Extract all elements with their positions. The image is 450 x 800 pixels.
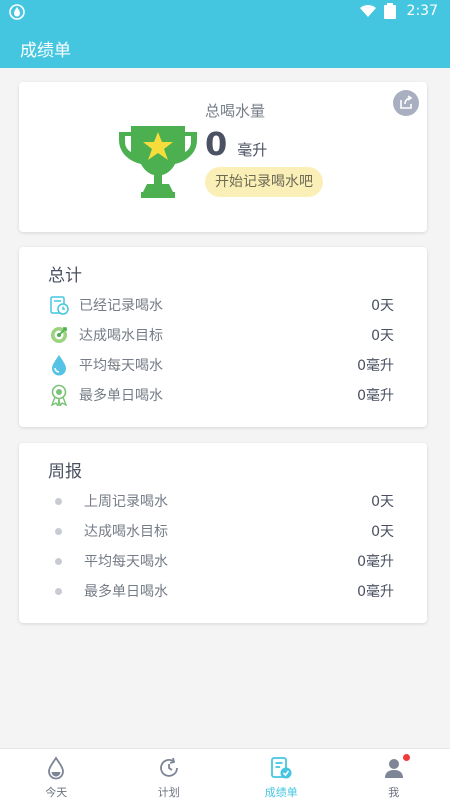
app-header: 2:37 成绩单 (0, 0, 450, 68)
nav-item-today[interactable]: 今天 (0, 749, 113, 800)
status-time: 2:37 (406, 3, 438, 19)
share-icon (400, 95, 413, 109)
row-value: 0天 (371, 524, 394, 540)
list-item: 平均每天喝水 0毫升 (48, 549, 394, 573)
row-label: 达成喝水目标 (84, 524, 168, 540)
nav-label: 我 (388, 786, 400, 799)
total-water-label: 总喝水量 (205, 102, 266, 120)
row-value: 0天 (371, 328, 394, 344)
app-notification-icon (9, 4, 25, 20)
share-button[interactable] (393, 90, 419, 116)
weekly-title: 周报 (48, 462, 82, 482)
row-label: 最多单日喝水 (84, 584, 168, 600)
report-icon (268, 755, 294, 781)
notification-badge (403, 754, 410, 761)
calendar-clock-icon (48, 294, 70, 316)
bullet-dot (55, 527, 62, 535)
row-value: 0毫升 (357, 584, 394, 600)
list-item: 已经记录喝水 0天 (48, 293, 394, 317)
bullet-dot (55, 587, 62, 595)
battery-icon (383, 3, 396, 19)
total-water-amount: 0 毫升 (205, 125, 267, 163)
nav-label: 今天 (45, 786, 68, 799)
row-value: 0毫升 (357, 358, 394, 374)
list-item: 最多单日喝水 0毫升 (48, 383, 394, 407)
nav-item-me[interactable]: 我 (338, 749, 450, 800)
page-title: 成绩单 (20, 41, 71, 61)
totals-card: 总计 已经记录喝水 0天 达成喝水目标 0天 平均每天喝水 0毫升 最多单日喝水… (19, 247, 427, 427)
row-label: 最多单日喝水 (79, 388, 163, 404)
row-label: 平均每天喝水 (84, 554, 168, 570)
nav-item-plan[interactable]: 计划 (113, 749, 226, 800)
bullet-dot (55, 557, 62, 565)
row-label: 平均每天喝水 (79, 358, 163, 374)
nav-label: 计划 (157, 786, 180, 799)
row-value: 0毫升 (357, 388, 394, 404)
status-bar: 2:37 (0, 0, 450, 24)
list-item: 上周记录喝水 0天 (48, 489, 394, 513)
status-right: 2:37 (359, 3, 438, 19)
water-drop-icon (48, 354, 70, 376)
list-item: 平均每天喝水 0毫升 (48, 353, 394, 377)
row-value: 0天 (371, 298, 394, 314)
list-item: 达成喝水目标 0天 (48, 323, 394, 347)
bottom-navigation: 今天 计划 成绩单 我 (0, 748, 450, 800)
weekly-report-card: 周报 上周记录喝水 0天 达成喝水目标 0天 平均每天喝水 0毫升 最多单日喝水… (19, 443, 427, 623)
clock-icon (156, 755, 182, 781)
trophy-icon (119, 126, 197, 198)
list-item: 最多单日喝水 0毫升 (48, 579, 394, 603)
water-drop-icon (43, 755, 69, 781)
row-label: 已经记录喝水 (79, 298, 163, 314)
row-value: 0毫升 (357, 554, 394, 570)
bullet-dot (55, 497, 62, 505)
list-item: 达成喝水目标 0天 (48, 519, 394, 543)
totals-title: 总计 (48, 266, 82, 286)
nav-label: 成绩单 (264, 786, 298, 799)
total-water-unit: 毫升 (237, 141, 268, 159)
total-water-value: 0 (205, 125, 228, 163)
wifi-icon (359, 4, 376, 17)
row-label: 上周记录喝水 (84, 494, 168, 510)
target-icon (48, 324, 70, 346)
medal-icon (48, 384, 70, 406)
nav-item-report[interactable]: 成绩单 (225, 749, 338, 800)
start-recording-button[interactable]: 开始记录喝水吧 (205, 167, 323, 197)
row-value: 0天 (371, 494, 394, 510)
row-label: 达成喝水目标 (79, 328, 163, 344)
